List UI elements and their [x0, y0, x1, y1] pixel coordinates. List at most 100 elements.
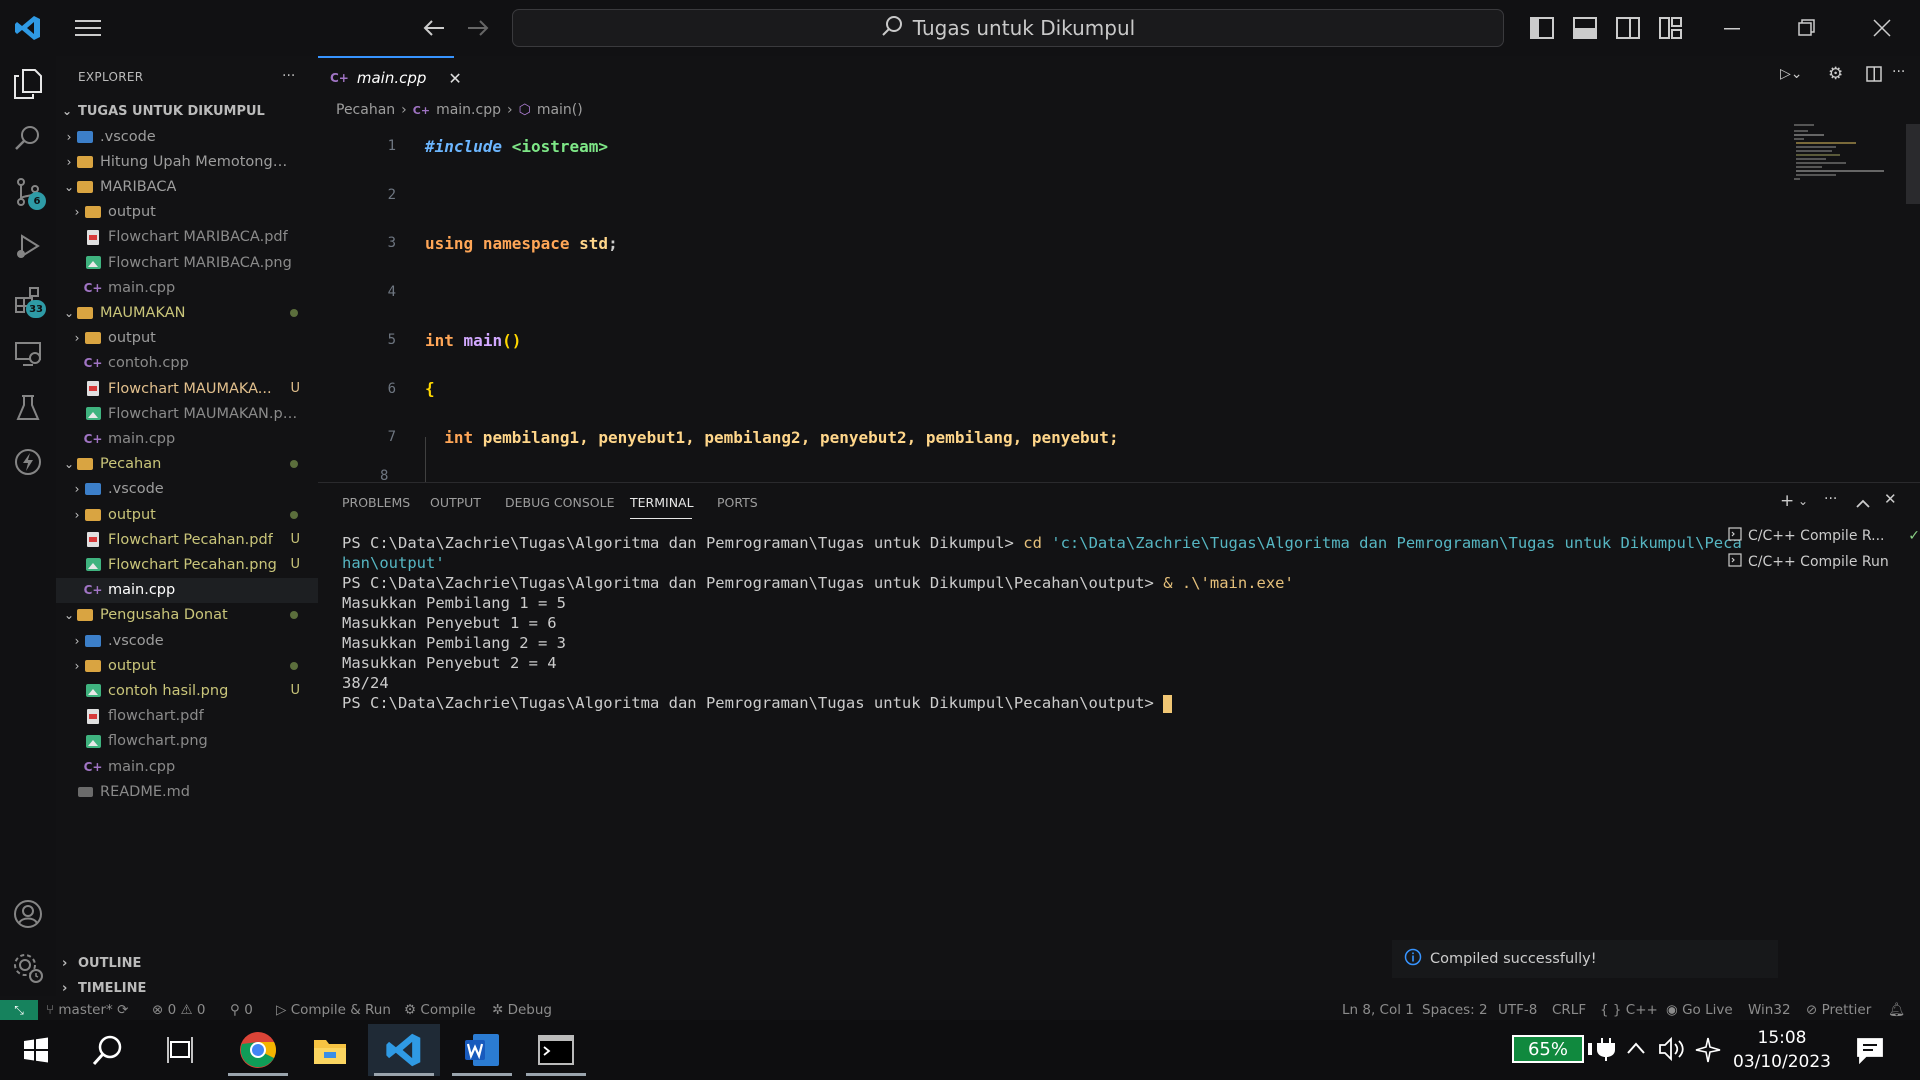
minimap[interactable] — [1790, 122, 1890, 202]
debug-button[interactable]: ✲ Debug — [492, 1002, 552, 1018]
panel-more-actions-icon[interactable]: ··· — [1824, 491, 1837, 507]
accounts-icon[interactable] — [8, 894, 48, 934]
compile-button[interactable]: ⚙ Compile — [404, 1002, 476, 1018]
split-editor-icon[interactable] — [1866, 66, 1882, 86]
toggle-primary-sidebar-icon[interactable] — [1526, 12, 1558, 44]
prettier-indicator[interactable]: ⊘ Prettier — [1806, 1002, 1871, 1018]
indentation[interactable]: Spaces: 2 — [1422, 1002, 1488, 1018]
cursor-position[interactable]: Ln 8, Col 1 — [1342, 1002, 1414, 1018]
restore-icon[interactable] — [1790, 12, 1822, 44]
problems-indicator[interactable]: ⊗ 0 ⚠ 0 — [152, 1002, 206, 1018]
tab-main-cpp[interactable]: C+ main.cpp ✕ — [318, 56, 462, 98]
breadcrumb-symbol[interactable]: main() — [537, 102, 583, 118]
toggle-panel-icon[interactable] — [1569, 12, 1601, 44]
close-window-icon[interactable] — [1866, 12, 1898, 44]
testing-icon[interactable] — [8, 388, 48, 428]
tree-item[interactable]: › output — [56, 653, 318, 678]
customize-layout-icon[interactable] — [1655, 12, 1687, 44]
notification-toast[interactable]: Compiled successfully! — [1392, 940, 1778, 978]
tree-item[interactable]: Flowchart MARIBACA.pdf — [56, 225, 318, 250]
tab-debug-console[interactable]: DEBUG CONSOLE — [505, 495, 614, 510]
tree-item[interactable]: ⌄ MAUMAKAN — [56, 300, 318, 325]
close-panel-icon[interactable]: ✕ — [1884, 490, 1897, 508]
chrome-icon[interactable] — [222, 1024, 294, 1076]
workspace-root-folder[interactable]: ⌄ TUGAS UNTUK DIKUMPUL — [56, 100, 318, 122]
encoding[interactable]: UTF-8 — [1498, 1002, 1537, 1018]
compile-run-button[interactable]: ▷ Compile & Run — [276, 1002, 391, 1018]
word-icon[interactable] — [446, 1024, 518, 1076]
tree-item[interactable]: ⌄ Pengusaha Donat — [56, 603, 318, 628]
file-explorer-icon[interactable] — [294, 1024, 366, 1076]
outline-section[interactable]: › OUTLINE — [56, 952, 318, 974]
tree-item[interactable]: ⌄ MARIBACA — [56, 174, 318, 199]
terminal-output[interactable]: PS C:\Data\Zachrie\Tugas\Algoritma dan P… — [342, 533, 1742, 713]
notifications-bell-icon[interactable]: 🔔︎ — [1888, 1002, 1905, 1018]
tree-item[interactable]: › .vscode — [56, 477, 318, 502]
task-view-icon[interactable] — [144, 1024, 216, 1076]
tree-item[interactable]: ⌄ Pecahan — [56, 452, 318, 477]
terminal-instance[interactable]: C/C++ Compile R... ✓ — [1728, 523, 1920, 549]
more-actions-icon[interactable]: ··· — [282, 68, 295, 84]
toggle-secondary-sidebar-icon[interactable] — [1612, 12, 1644, 44]
chevron-down-icon[interactable]: ⌄ — [1798, 494, 1808, 508]
close-tab-icon[interactable]: ✕ — [448, 69, 461, 88]
tree-item[interactable]: › .vscode — [56, 124, 318, 149]
tree-item[interactable]: C+ main.cpp — [56, 426, 318, 451]
tree-item[interactable]: › output — [56, 326, 318, 351]
settings-gear-icon[interactable]: ⚙ — [1828, 64, 1843, 84]
back-arrow-icon[interactable] — [418, 12, 450, 44]
tree-item[interactable]: › .vscode — [56, 628, 318, 653]
breadcrumb-folder[interactable]: Pecahan — [336, 102, 395, 118]
action-center-icon[interactable] — [1856, 1036, 1884, 1068]
timeline-section[interactable]: › TIMELINE — [56, 977, 318, 999]
tree-item[interactable]: Flowchart MAUMAKAN.png — [56, 401, 318, 426]
editor-more-actions-icon[interactable]: ··· — [1892, 64, 1905, 80]
tree-item[interactable]: Flowchart Pecahan.pdf U — [56, 527, 318, 552]
forward-arrow-icon[interactable] — [462, 12, 494, 44]
run-code-icon[interactable]: ▷⌄ — [1780, 66, 1803, 82]
tree-item[interactable]: contoh hasil.png U — [56, 678, 318, 703]
command-center-search[interactable]: Tugas untuk Dikumpul — [512, 9, 1504, 47]
language-mode[interactable]: { } C++ — [1600, 1002, 1658, 1018]
code-editor[interactable]: 1 #include <iostream> 2 3 using namespace st… — [318, 122, 1784, 482]
tree-item[interactable]: flowchart.pdf — [56, 704, 318, 729]
terminal-instance-active[interactable]: C/C++ Compile Run — [1728, 549, 1920, 575]
system-clock[interactable]: 15:08 03/10/2023 — [1730, 1026, 1834, 1074]
tree-item[interactable]: › output — [56, 200, 318, 225]
editor-scrollbar[interactable] — [1906, 124, 1920, 204]
remote-explorer-icon[interactable] — [8, 334, 48, 374]
taskbar-search-icon[interactable] — [72, 1024, 144, 1076]
power-plug-icon[interactable] — [1596, 1036, 1616, 1066]
tree-item[interactable]: README.md — [56, 779, 318, 804]
tree-item[interactable]: Flowchart MAUMAKA... U — [56, 376, 318, 401]
minimize-icon[interactable] — [1716, 12, 1748, 44]
ports-indicator[interactable]: ⚲ 0 — [230, 1002, 253, 1018]
breadcrumb-file[interactable]: main.cpp — [436, 102, 501, 118]
tab-ports[interactable]: PORTS — [717, 495, 758, 510]
git-branch[interactable]: ⑂ master* ⟳ — [46, 1002, 128, 1018]
menu-icon[interactable] — [72, 12, 104, 44]
vscode-taskbar-icon[interactable] — [368, 1024, 440, 1076]
maximize-panel-icon[interactable] — [1856, 493, 1870, 512]
new-terminal-icon[interactable]: + — [1780, 491, 1794, 511]
tree-item[interactable]: C+ main.cpp — [56, 754, 318, 779]
run-debug-icon[interactable] — [8, 226, 48, 266]
tree-item[interactable]: › output — [56, 502, 318, 527]
platform-indicator[interactable]: Win32 — [1748, 1002, 1791, 1018]
terminal-taskbar-icon[interactable] — [520, 1024, 592, 1076]
battery-indicator[interactable]: 65% — [1512, 1035, 1584, 1063]
tree-item[interactable]: C+ contoh.cpp — [56, 351, 318, 376]
tab-output[interactable]: OUTPUT — [430, 495, 481, 510]
tree-item[interactable]: › Hitung Upah Memotong Ru... — [56, 149, 318, 174]
extensions-icon[interactable]: 33 — [8, 280, 48, 320]
volume-icon[interactable] — [1658, 1036, 1686, 1066]
tree-item[interactable]: Flowchart Pecahan.png U — [56, 552, 318, 577]
airplane-mode-icon[interactable] — [1694, 1036, 1722, 1068]
manage-gear-icon[interactable] — [8, 948, 48, 988]
tree-item[interactable]: Flowchart MARIBACA.png — [56, 250, 318, 275]
thunder-client-icon[interactable] — [8, 442, 48, 482]
remote-indicator-icon[interactable]: ⤡ — [0, 1000, 38, 1020]
explorer-icon[interactable] — [8, 64, 48, 104]
tree-item[interactable]: flowchart.png — [56, 729, 318, 754]
tree-item[interactable]: C+ main.cpp — [56, 577, 318, 603]
